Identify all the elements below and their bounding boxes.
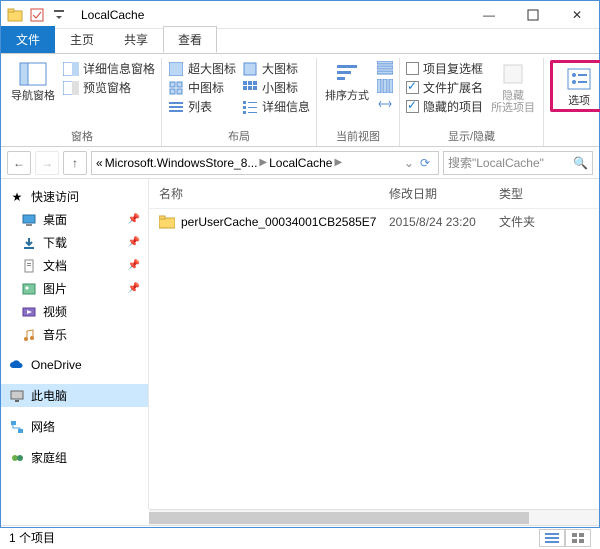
sidebar-quick-access[interactable]: ★快速访问 <box>1 185 148 208</box>
history-dropdown-icon[interactable]: ⌄ <box>404 156 414 170</box>
search-icon[interactable]: 🔍 <box>573 156 588 170</box>
layout-extralarge[interactable]: 超大图标 <box>168 60 236 77</box>
ribbon-group-showhide: 项目复选框 文件扩展名 隐藏的项目 隐藏 所选项目 显示/隐藏 <box>400 58 544 146</box>
sidebar-item-downloads[interactable]: 下载📌 <box>1 231 148 254</box>
maximize-button[interactable] <box>511 1 555 29</box>
sidebar-item-videos[interactable]: 视频 <box>1 300 148 323</box>
sidebar-item-desktop[interactable]: 桌面📌 <box>1 208 148 231</box>
column-headers[interactable]: 名称 修改日期 类型 <box>149 179 599 209</box>
view-thumbnails-button[interactable] <box>565 529 591 547</box>
video-icon <box>21 304 37 320</box>
ribbon-group-panes: 导航窗格 详细信息窗格 预览窗格 窗格 <box>3 58 162 146</box>
nav-back-button[interactable]: ← <box>7 151 31 175</box>
music-icon <box>21 327 37 343</box>
minimize-button[interactable]: — <box>467 1 511 29</box>
sidebar-item-documents[interactable]: 文档📌 <box>1 254 148 277</box>
sidebar-item-pictures[interactable]: 图片📌 <box>1 277 148 300</box>
pin-icon: 📌 <box>128 283 140 294</box>
pin-icon: 📌 <box>128 237 140 248</box>
breadcrumb-segment[interactable]: LocalCache <box>269 156 332 170</box>
address-bar[interactable]: « Microsoft.WindowsStore_8...▶ LocalCach… <box>91 151 439 175</box>
sidebar-item-music[interactable]: 音乐 <box>1 323 148 346</box>
add-columns-button[interactable] <box>377 78 393 94</box>
refresh-icon[interactable]: ⟳ <box>416 156 434 170</box>
nav-forward-button[interactable]: → <box>35 151 59 175</box>
sidebar-onedrive[interactable]: OneDrive <box>1 354 148 376</box>
search-input[interactable]: 搜索"LocalCache" 🔍 <box>443 151 593 175</box>
pin-icon: 📌 <box>128 214 140 225</box>
tab-home[interactable]: 主页 <box>55 26 109 53</box>
star-icon: ★ <box>9 189 25 205</box>
details-pane-button[interactable]: 详细信息窗格 <box>63 60 155 77</box>
tab-share[interactable]: 共享 <box>109 26 163 53</box>
crumb-ellipsis[interactable]: « <box>96 156 103 170</box>
navigation-pane-button[interactable]: 导航窗格 <box>9 60 57 102</box>
col-date[interactable]: 修改日期 <box>389 185 499 202</box>
sidebar-homegroup[interactable]: 家庭组 <box>1 446 148 469</box>
sort-button[interactable]: 排序方式 <box>323 60 371 102</box>
sidebar-this-pc[interactable]: 此电脑 <box>1 384 148 407</box>
picture-icon <box>21 281 37 297</box>
breadcrumb-segment[interactable]: Microsoft.WindowsStore_8... <box>105 156 258 170</box>
item-checkboxes-toggle[interactable]: 项目复选框 <box>406 60 483 77</box>
hide-selected-button[interactable]: 隐藏 所选项目 <box>489 60 537 114</box>
ribbon-group-options: 选项 <box>544 58 600 146</box>
group-by-button[interactable] <box>377 60 393 76</box>
layout-details[interactable]: 详细信息 <box>242 98 310 115</box>
tab-view[interactable]: 查看 <box>163 26 217 53</box>
close-button[interactable]: ✕ <box>555 1 599 29</box>
folder-icon <box>5 5 25 25</box>
layout-list[interactable]: 列表 <box>168 98 236 115</box>
options-button[interactable]: 选项 <box>555 65 600 107</box>
ribbon-group-currentview: 排序方式 当前视图 <box>317 58 400 146</box>
qat-properties-icon[interactable] <box>27 5 47 25</box>
document-icon <box>21 258 37 274</box>
navigation-tree[interactable]: ★快速访问 桌面📌 下载📌 文档📌 图片📌 视频 音乐 OneDrive 此电脑… <box>1 179 149 509</box>
window-title: LocalCache <box>73 8 467 22</box>
file-extensions-toggle[interactable]: 文件扩展名 <box>406 79 483 96</box>
nav-up-button[interactable]: ↑ <box>63 151 87 175</box>
tab-file[interactable]: 文件 <box>1 26 55 53</box>
file-row[interactable]: perUserCache_00034001CB2585E7 2015/8/24 … <box>149 209 599 234</box>
layout-medium[interactable]: 中图标 <box>168 79 236 96</box>
col-type[interactable]: 类型 <box>499 185 589 202</box>
desktop-icon <box>21 212 37 228</box>
hidden-items-toggle[interactable]: 隐藏的项目 <box>406 98 483 115</box>
horizontal-scrollbar[interactable] <box>149 509 599 525</box>
folder-icon <box>159 214 175 230</box>
preview-pane-button[interactable]: 预览窗格 <box>63 79 155 96</box>
download-icon <box>21 235 37 251</box>
status-count: 1 个项目 <box>9 529 55 546</box>
cloud-icon <box>9 357 25 373</box>
homegroup-icon <box>9 450 25 466</box>
layout-small[interactable]: 小图标 <box>242 79 310 96</box>
col-name[interactable]: 名称 <box>159 185 389 202</box>
sidebar-network[interactable]: 网络 <box>1 415 148 438</box>
pc-icon <box>9 388 25 404</box>
layout-large[interactable]: 大图标 <box>242 60 310 77</box>
ribbon-group-layout: 超大图标 中图标 列表 大图标 小图标 详细信息 布局 <box>162 58 317 146</box>
qat-dropdown-icon[interactable] <box>49 5 69 25</box>
size-columns-button[interactable] <box>377 96 393 112</box>
pin-icon: 📌 <box>128 260 140 271</box>
network-icon <box>9 419 25 435</box>
view-details-button[interactable] <box>539 529 565 547</box>
